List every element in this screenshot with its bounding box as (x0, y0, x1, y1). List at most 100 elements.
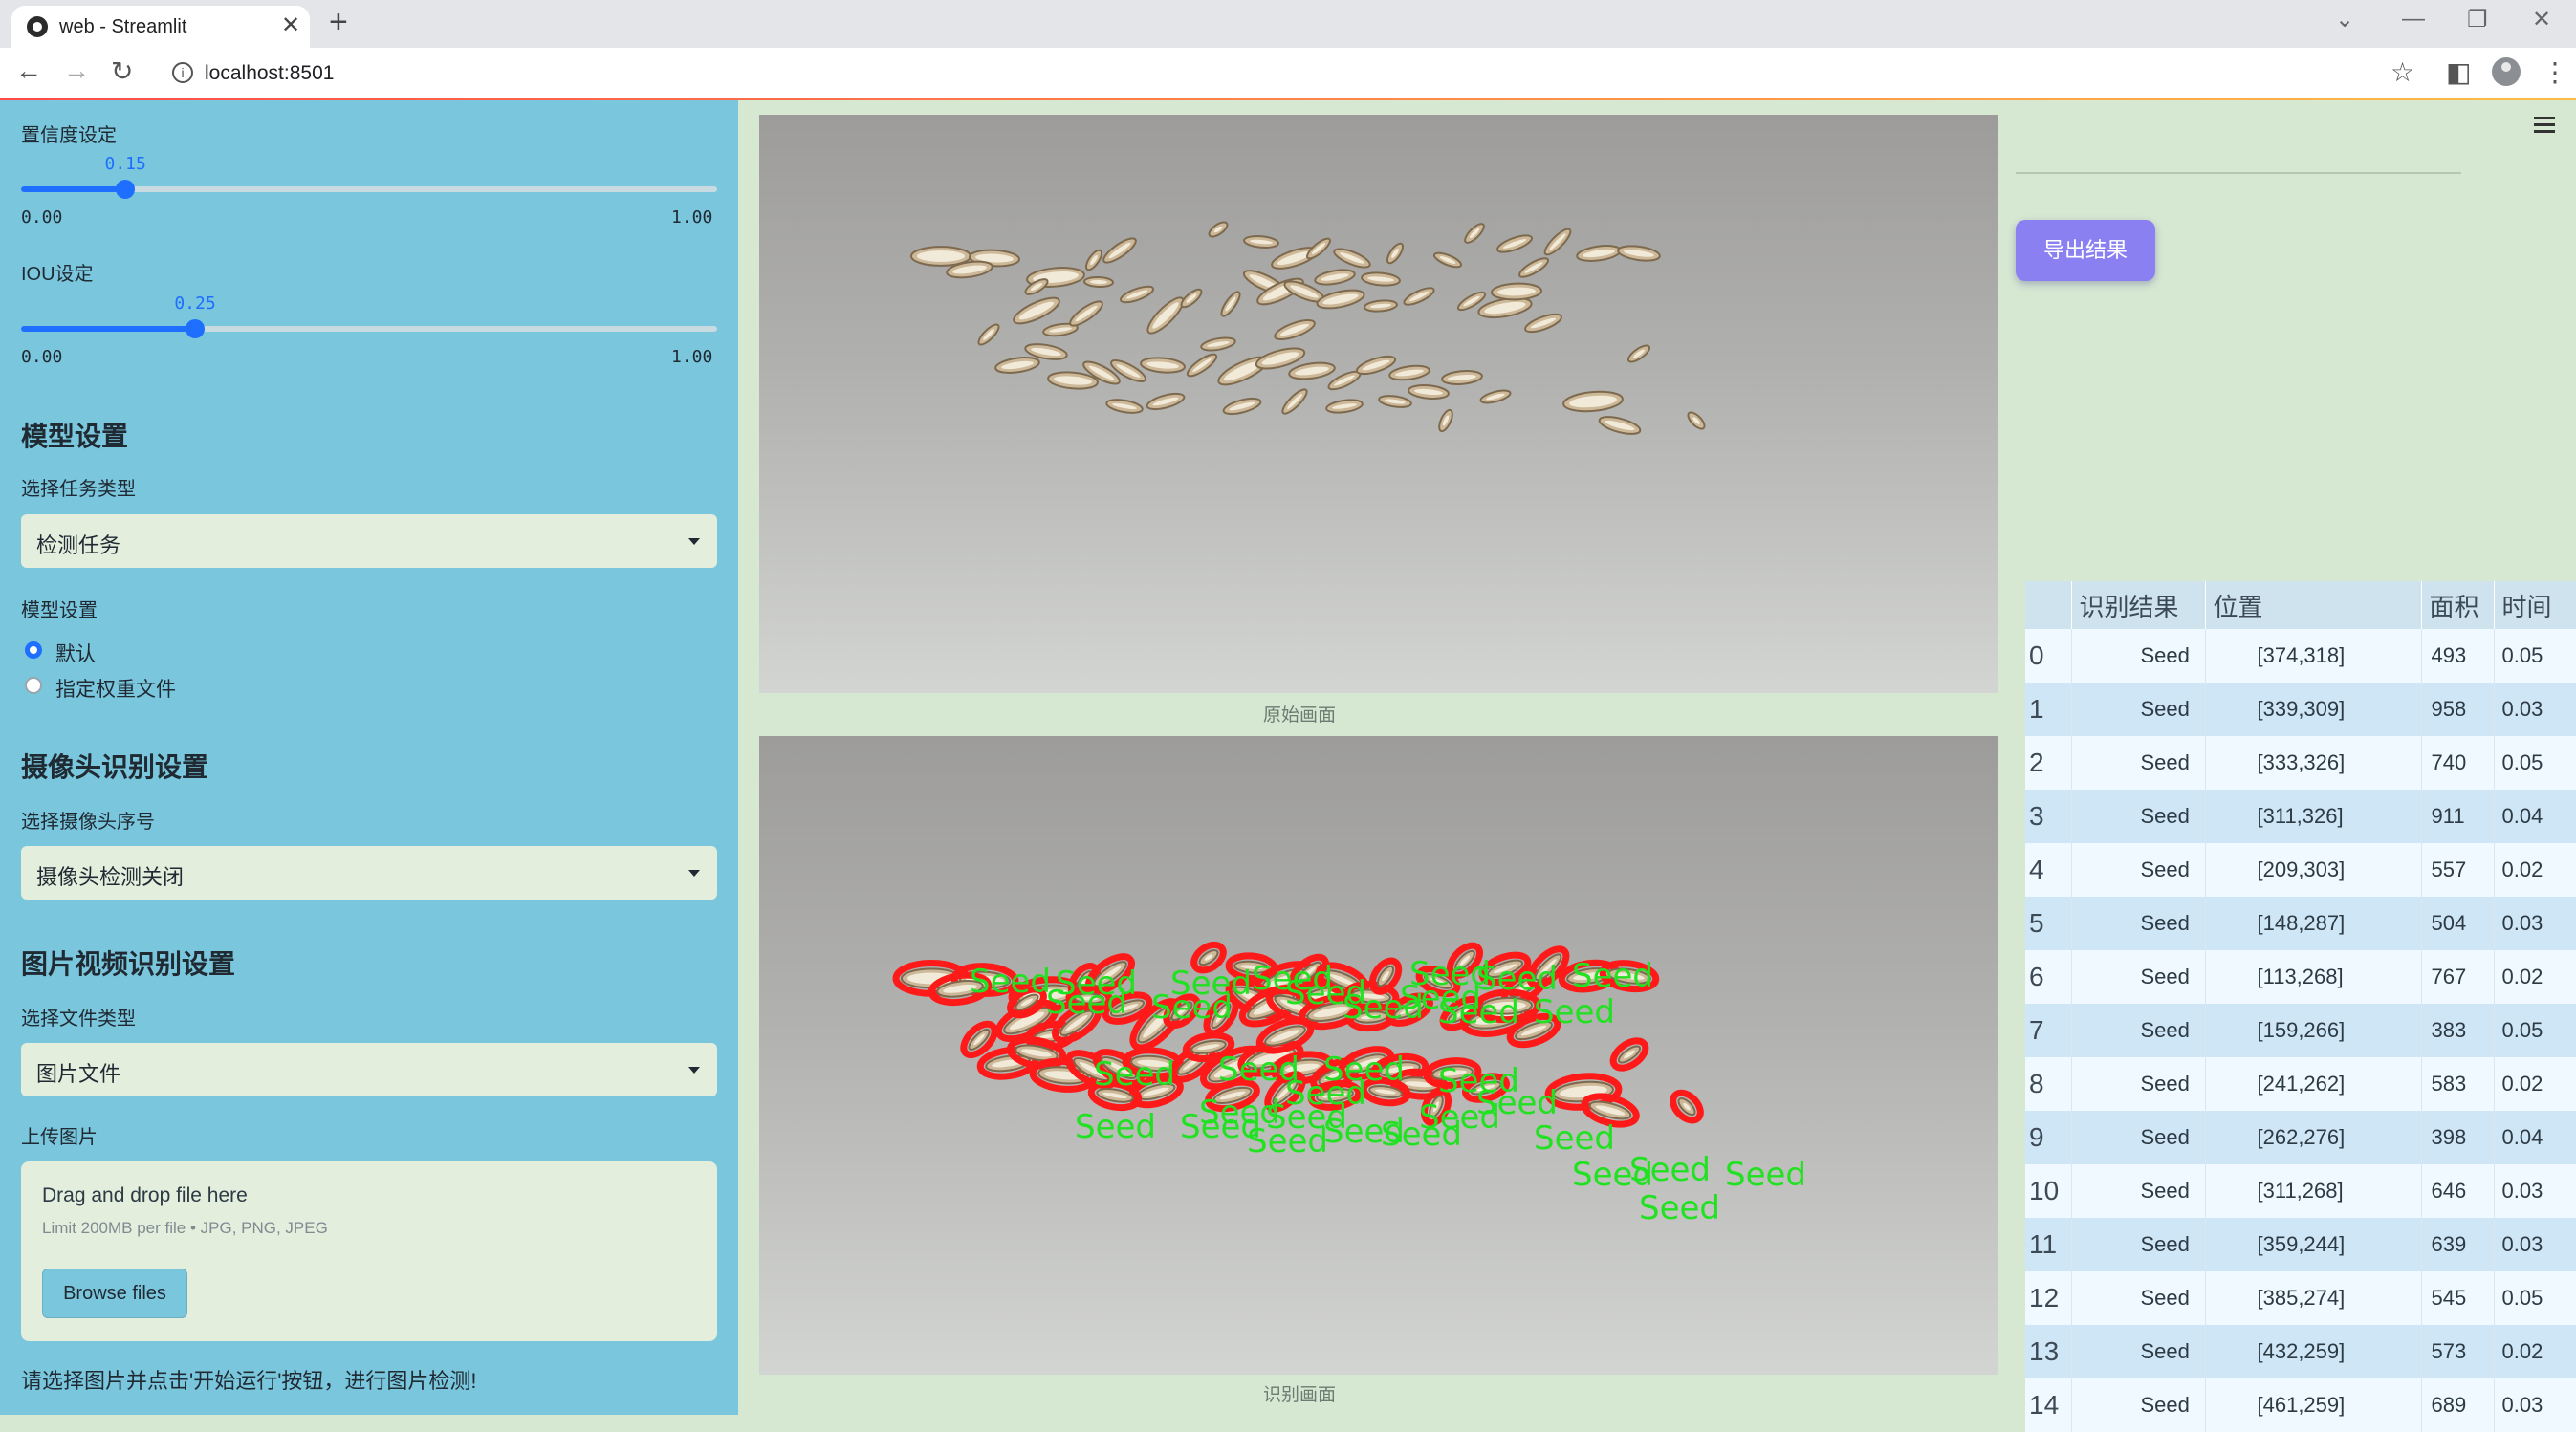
header-position[interactable]: 位置 (2205, 581, 2422, 629)
row-result: Seed (2071, 1164, 2206, 1218)
row-result: Seed (2071, 1378, 2206, 1432)
iou-slider-thumb[interactable] (186, 319, 205, 338)
browser-menu-icon[interactable]: ⋮ (2542, 56, 2568, 88)
row-area: 767 (2421, 950, 2495, 1004)
media-settings-heading: 图片视频识别设置 (21, 949, 236, 979)
detection-label: Seed (1323, 1051, 1405, 1089)
row-position: [339,309] (2205, 683, 2422, 736)
new-tab-icon[interactable]: + (329, 4, 348, 41)
table-row[interactable]: 2 Seed [333,326] 740 0.05 (2025, 736, 2576, 790)
profile-avatar-icon[interactable] (2492, 57, 2521, 86)
iou-min: 0.00 (21, 347, 63, 367)
forward-arrow-icon[interactable]: → (63, 55, 90, 86)
camera-index-select[interactable]: 摄像头检测关闭 (21, 846, 717, 900)
table-row[interactable]: 1 Seed [339,309] 958 0.03 (2025, 683, 2576, 736)
row-result: Seed (2071, 790, 2206, 843)
file-type-select[interactable]: 图片文件 (21, 1043, 717, 1096)
dropzone-limit: Limit 200MB per file • JPG, PNG, JPEG (42, 1219, 328, 1237)
results-table: 识别结果 位置 面积 时间 0 Seed [374,318] 493 0.05 1 Seed… (2025, 581, 2576, 1432)
close-tab-icon[interactable]: ✕ (281, 11, 300, 39)
table-row[interactable]: 4 Seed [209,303] 557 0.02 (2025, 843, 2576, 897)
row-area: 740 (2421, 736, 2495, 790)
confidence-label: 置信度设定 (21, 125, 117, 146)
confidence-slider-fill (21, 186, 126, 192)
row-index: 0 (2025, 629, 2072, 683)
reload-icon[interactable]: ↻ (111, 55, 133, 87)
export-results-button[interactable]: 导出结果 (2016, 220, 2155, 281)
table-row[interactable]: 14 Seed [461,259] 689 0.03 (2025, 1378, 2576, 1432)
close-window-icon[interactable]: ✕ (2532, 6, 2551, 33)
detection-label: Seed (1094, 1055, 1175, 1094)
restore-window-icon[interactable]: ❐ (2467, 6, 2488, 33)
minimize-window-icon[interactable]: — (2402, 6, 2425, 33)
hamburger-menu-icon[interactable] (2534, 117, 2555, 137)
table-row[interactable]: 7 Seed [159,266] 383 0.05 (2025, 1004, 2576, 1057)
row-time: 0.03 (2494, 1164, 2576, 1218)
table-row[interactable]: 13 Seed [432,259] 573 0.02 (2025, 1325, 2576, 1378)
row-time: 0.03 (2494, 683, 2576, 736)
browser-address-bar: ← → ↻ i localhost:8501 ☆ ◧ ⋮ (0, 48, 2576, 98)
row-area: 398 (2421, 1111, 2495, 1164)
row-area: 545 (2421, 1271, 2495, 1325)
original-image (759, 115, 1998, 693)
table-row[interactable]: 5 Seed [148,287] 504 0.03 (2025, 897, 2576, 950)
row-result: Seed (2071, 1218, 2206, 1271)
row-index: 11 (2025, 1218, 2072, 1271)
row-position: [374,318] (2205, 629, 2422, 683)
header-index[interactable] (2025, 581, 2072, 629)
confidence-min: 0.00 (21, 207, 63, 228)
bookmark-star-icon[interactable]: ☆ (2390, 56, 2414, 88)
detection-label: Seed (1046, 984, 1127, 1022)
header-area[interactable]: 面积 (2421, 581, 2495, 629)
table-row[interactable]: 3 Seed [311,326] 911 0.04 (2025, 790, 2576, 843)
detection-label: Seed (970, 963, 1051, 1001)
row-result: Seed (2071, 683, 2206, 736)
browser-tab[interactable]: web - Streamlit ✕ (11, 6, 310, 48)
model-settings-label: 模型设置 (21, 600, 98, 621)
tab-search-chevron-icon[interactable]: ⌄ (2335, 6, 2354, 33)
task-type-select[interactable]: 检测任务 (21, 514, 717, 568)
row-area: 911 (2421, 790, 2495, 843)
header-time[interactable]: 时间 (2494, 581, 2576, 629)
row-position: [262,276] (2205, 1111, 2422, 1164)
url-field[interactable]: i localhost:8501 (155, 54, 2383, 91)
row-index: 8 (2025, 1057, 2072, 1111)
browse-files-button[interactable]: Browse files (42, 1269, 187, 1318)
row-position: [209,303] (2205, 843, 2422, 897)
row-index: 1 (2025, 683, 2072, 736)
header-result[interactable]: 识别结果 (2071, 581, 2206, 629)
table-row[interactable]: 0 Seed [374,318] 493 0.05 (2025, 629, 2576, 683)
table-row[interactable]: 11 Seed [359,244] 639 0.03 (2025, 1218, 2576, 1271)
row-area: 573 (2421, 1325, 2495, 1378)
row-index: 13 (2025, 1325, 2072, 1378)
row-result: Seed (2071, 1111, 2206, 1164)
divider (2016, 172, 2461, 174)
table-row[interactable]: 6 Seed [113,268] 767 0.02 (2025, 950, 2576, 1004)
file-type-value: 图片文件 (36, 1062, 121, 1086)
original-image-canvas (759, 115, 1998, 693)
row-time: 0.05 (2494, 736, 2576, 790)
confidence-value: 0.15 (104, 154, 146, 174)
iou-slider[interactable]: 0.25 (21, 293, 717, 338)
row-result: Seed (2071, 1325, 2206, 1378)
url-text: localhost:8501 (205, 62, 335, 84)
row-index: 5 (2025, 897, 2072, 950)
side-panel-icon[interactable]: ◧ (2446, 56, 2471, 88)
table-row[interactable]: 10 Seed [311,268] 646 0.03 (2025, 1164, 2576, 1218)
result-image: Seed Seed Seed Seed Seed Seed Seed Seed Seed Seed… (759, 736, 1998, 1375)
site-info-icon[interactable]: i (172, 62, 193, 83)
radio-selected-icon (25, 641, 42, 659)
row-area: 557 (2421, 843, 2495, 897)
back-arrow-icon[interactable]: ← (15, 55, 42, 86)
table-row[interactable]: 12 Seed [385,274] 545 0.05 (2025, 1271, 2576, 1325)
row-time: 0.03 (2494, 897, 2576, 950)
confidence-slider[interactable]: 0.15 (21, 154, 717, 199)
file-dropzone[interactable]: Drag and drop file here Limit 200MB per … (21, 1161, 717, 1341)
confidence-slider-thumb[interactable] (116, 180, 136, 199)
iou-label: IOU设定 (21, 264, 94, 285)
table-row[interactable]: 9 Seed [262,276] 398 0.04 (2025, 1111, 2576, 1164)
task-type-value: 检测任务 (36, 533, 121, 557)
detection-label: Seed (1476, 1084, 1558, 1122)
table-row[interactable]: 8 Seed [241,262] 583 0.02 (2025, 1057, 2576, 1111)
row-index: 2 (2025, 736, 2072, 790)
